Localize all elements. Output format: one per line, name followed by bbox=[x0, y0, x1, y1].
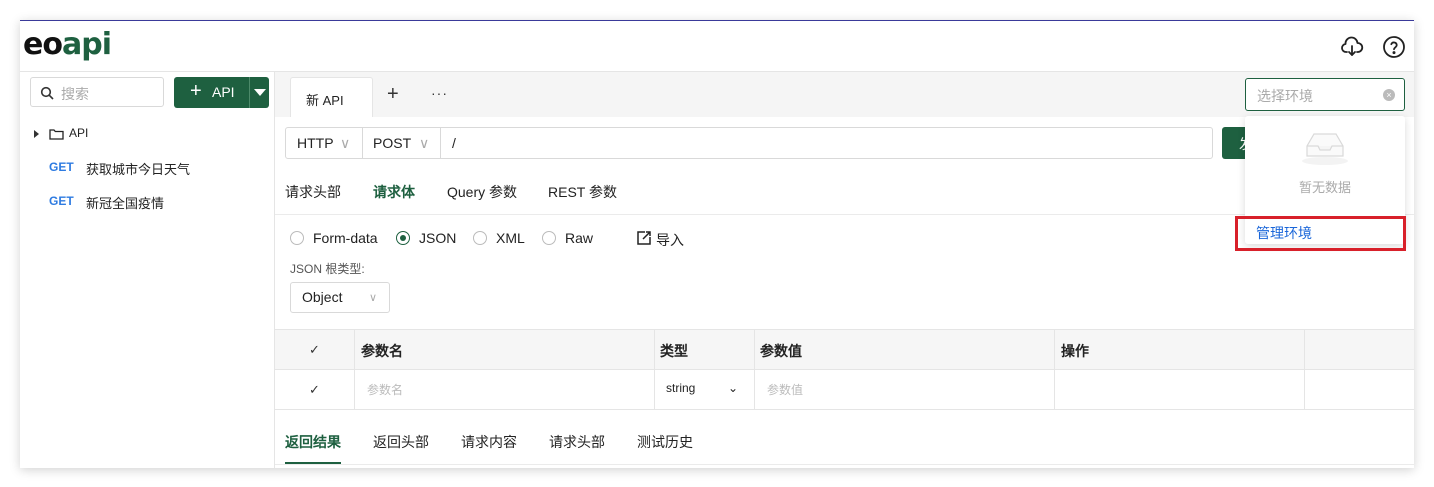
url-bar: HTTP ∨ POST ∨ / bbox=[285, 127, 1213, 159]
env-placeholder: 选择环境 bbox=[1257, 88, 1313, 104]
tab-request-content[interactable]: 请求内容 bbox=[461, 432, 517, 452]
method-select[interactable]: POST ∨ bbox=[362, 128, 441, 158]
api-item[interactable]: GET 获取城市今日天气 bbox=[20, 156, 274, 180]
folder-icon bbox=[49, 129, 64, 140]
environment-select[interactable]: 选择环境 × bbox=[1245, 78, 1405, 111]
search-icon bbox=[40, 86, 54, 100]
import-icon bbox=[637, 231, 651, 245]
tab-new-api[interactable]: 新 API bbox=[290, 77, 373, 117]
json-root-type-select[interactable]: Object ∨ bbox=[290, 282, 390, 313]
param-value-input[interactable]: 参数值 bbox=[755, 370, 1055, 409]
add-api-button[interactable]: + API bbox=[174, 77, 269, 108]
tab-request-headers-result[interactable]: 请求头部 bbox=[549, 432, 605, 452]
tab-request-headers[interactable]: 请求头部 bbox=[285, 182, 341, 202]
chevron-down-icon: ∨ bbox=[340, 135, 351, 151]
tab-response-result[interactable]: 返回结果 bbox=[285, 432, 341, 452]
tab-rest-params[interactable]: REST 参数 bbox=[548, 182, 617, 202]
tab-response-headers[interactable]: 返回头部 bbox=[373, 432, 429, 452]
caret-right-icon[interactable] bbox=[34, 130, 39, 138]
json-root-label: JSON 根类型: bbox=[290, 262, 365, 276]
plus-icon: + bbox=[190, 80, 202, 102]
method-badge: GET bbox=[49, 160, 74, 174]
help-circle-icon[interactable] bbox=[1382, 35, 1406, 59]
api-name: 获取城市今日天气 bbox=[86, 162, 191, 177]
api-name: 新冠全国疫情 bbox=[86, 196, 165, 211]
param-type-select[interactable]: string ⌄ bbox=[655, 370, 755, 409]
tree-folder-api[interactable]: API bbox=[20, 123, 274, 147]
tab-request-body[interactable]: 请求体 bbox=[373, 182, 415, 202]
caret-down-icon[interactable] bbox=[254, 89, 266, 96]
tab-query-params[interactable]: Query 参数 bbox=[447, 182, 517, 202]
highlight-box bbox=[1235, 216, 1406, 251]
protocol-select[interactable]: HTTP ∨ bbox=[286, 128, 363, 158]
row-checkbox[interactable]: ✓ bbox=[309, 382, 320, 398]
param-name-input[interactable]: 参数名 bbox=[355, 370, 655, 409]
search-input[interactable]: 搜索 bbox=[30, 77, 164, 107]
chevron-down-icon: ∨ bbox=[419, 135, 430, 151]
eoapi-logo: eoapi bbox=[23, 27, 112, 62]
sidebar: 搜索 + API API GET 获取城市今日天气 GET 新冠全国疫情 bbox=[20, 72, 275, 468]
url-input[interactable]: / bbox=[452, 135, 456, 151]
chevron-down-icon: ∨ bbox=[369, 292, 378, 304]
app-window: eoapi 搜索 + API API GET 获取城市今日天气 GET 新冠全国… bbox=[20, 20, 1414, 468]
tab-test-history[interactable]: 测试历史 bbox=[637, 432, 693, 452]
folder-label: API bbox=[69, 126, 89, 140]
main-panel: 新 API + ··· 选择环境 × HTTP ∨ POST ∨ / 发 请求头… bbox=[275, 72, 1414, 468]
check-all-checkbox[interactable]: ✓ bbox=[309, 342, 320, 358]
chevron-down-icon: ⌄ bbox=[728, 381, 739, 395]
cloud-download-icon[interactable] bbox=[1340, 35, 1364, 59]
app-header: eoapi bbox=[20, 21, 1414, 72]
tab-bar: 新 API + ··· 选择环境 × bbox=[275, 72, 1414, 117]
more-tabs-button[interactable]: ··· bbox=[431, 85, 448, 101]
method-badge: GET bbox=[49, 194, 74, 208]
empty-inbox-icon bbox=[1302, 133, 1348, 165]
api-item[interactable]: GET 新冠全国疫情 bbox=[20, 190, 274, 214]
table-row: ✓ 参数名 string ⌄ 参数值 bbox=[275, 370, 1414, 410]
add-api-label: API bbox=[212, 84, 235, 100]
params-table: ✓ 参数名 类型 参数值 操作 ✓ 参数名 string ⌄ 参数值 bbox=[275, 329, 1414, 410]
empty-state-text: 暂无数据 bbox=[1298, 180, 1351, 195]
tab-label: 新 API bbox=[306, 93, 344, 108]
clear-icon[interactable]: × bbox=[1383, 89, 1395, 101]
search-placeholder: 搜索 bbox=[61, 86, 89, 102]
add-tab-button[interactable]: + bbox=[387, 83, 399, 106]
table-header: ✓ 参数名 类型 参数值 操作 bbox=[275, 330, 1414, 370]
